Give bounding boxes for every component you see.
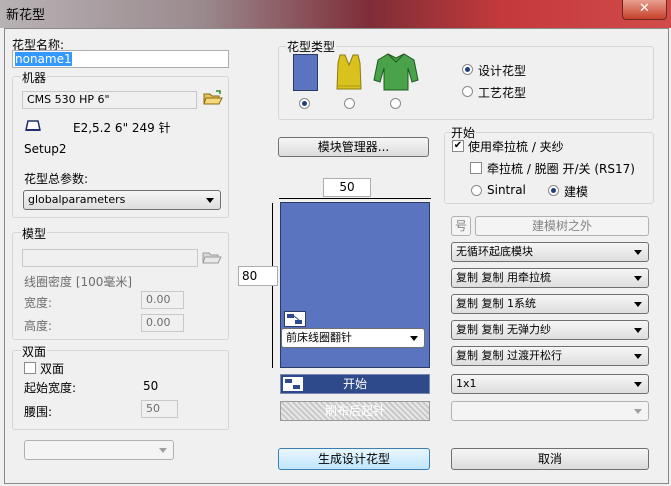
width-field: 0.00 [141, 291, 184, 309]
pattern-params-label: 花型总参数: [24, 172, 89, 186]
machine-icon [24, 118, 42, 135]
width-label: 宽度: [24, 296, 53, 310]
chevron-down-icon [634, 354, 642, 359]
sintral-radio[interactable] [471, 185, 482, 196]
use-comb-label: 使用牵拉梳 / 夹纱 [468, 140, 564, 154]
folder-open-icon[interactable] [203, 89, 223, 110]
after-brush-button: 刷布后起针 [280, 401, 430, 421]
copy-elastic-select[interactable]: 复制 复制 无弹力纱 [451, 320, 649, 340]
height-field: 0.00 [141, 314, 184, 332]
use-comb-checkbox[interactable]: ✔ [452, 140, 464, 152]
cancel-button[interactable]: 取消 [451, 448, 649, 470]
pattern-name-value: noname1 [15, 52, 72, 66]
waist-label: 腰围: [24, 405, 53, 419]
canvas-height-input[interactable]: 80 [238, 266, 278, 286]
pattern-shape-radio-vest[interactable] [344, 98, 355, 109]
start-button-label: 开始 [342, 377, 367, 391]
vest-icon [334, 53, 364, 94]
start-width-value: 50 [143, 379, 159, 393]
pattern-params-select[interactable]: globalparameters [23, 190, 221, 210]
chevron-down-icon [634, 250, 642, 255]
model-group-label: 模型 [21, 225, 48, 242]
select-value: 复制 复制 过渡开松行 [456, 349, 562, 362]
chevron-down-icon [634, 382, 642, 387]
process-pattern-radio[interactable] [462, 86, 473, 97]
process-pattern-label: 工艺花型 [478, 86, 527, 100]
copy-transition-select[interactable]: 复制 复制 过渡开松行 [451, 346, 649, 366]
pattern-type-label: 花型类型 [286, 38, 337, 55]
start-module-select[interactable]: 无循环起底模块 [451, 242, 649, 262]
window-title: 新花型 [6, 8, 46, 23]
double-checkbox[interactable] [24, 362, 36, 374]
machine-name-field: CMS 530 HP 6" [22, 91, 197, 109]
rib-select[interactable]: 1x1 [451, 374, 649, 394]
chevron-down-icon [634, 409, 642, 414]
width-dimension-line [279, 198, 431, 199]
number-button: 号 [451, 216, 471, 236]
waist-field: 50 [141, 400, 178, 418]
chevron-down-icon [206, 198, 214, 203]
double-group-label: 双面 [21, 343, 48, 360]
design-pattern-label: 设计花型 [478, 64, 527, 78]
canvas-width-input[interactable]: 50 [323, 178, 371, 197]
model-field [22, 249, 198, 267]
sweater-icon [373, 52, 419, 95]
select-value: 复制 复制 用牵拉梳 [456, 271, 551, 284]
select-value: 1x1 [456, 377, 477, 390]
knit-mode-select[interactable]: 前床线圈翻针 [281, 328, 425, 348]
pattern-shape-radio-rect[interactable] [299, 98, 310, 109]
chevron-down-icon [410, 336, 418, 341]
knit-mode-value: 前床线圈翻针 [286, 331, 352, 344]
select-value: 复制 复制 1系统 [456, 297, 536, 310]
select-value: 无循环起底模块 [456, 245, 533, 258]
comb-toggle-checkbox[interactable] [470, 162, 482, 174]
machine-group-label: 机器 [21, 69, 48, 86]
module-icon [284, 311, 306, 327]
module-manager-button[interactable]: 模块管理器... [278, 137, 429, 157]
generate-pattern-button[interactable]: 生成设计花型 [278, 448, 430, 470]
chevron-down-icon [634, 276, 642, 281]
machine-spec: E2,5.2 6" 249 针 [73, 121, 171, 135]
select-value: 复制 复制 无弹力纱 [456, 323, 551, 336]
title-bar [0, 0, 671, 28]
model-label: 建模 [564, 185, 589, 199]
rectangle-pattern-icon [293, 54, 318, 91]
start-width-label: 起始宽度: [24, 381, 77, 395]
height-label: 高度: [24, 319, 53, 333]
comb-toggle-label: 牵拉梳 / 脱圈 开/关 (RS17) [487, 162, 635, 176]
density-label: 线圈密度 [100毫米] [24, 275, 133, 289]
chevron-down-icon [634, 302, 642, 307]
close-button[interactable]: ✕ [622, 0, 667, 20]
after-brush-label: 刷布后起针 [324, 404, 385, 418]
double-checkbox-label: 双面 [40, 362, 65, 376]
folder-disabled-icon [202, 248, 222, 269]
chevron-down-icon [634, 328, 642, 333]
pattern-shape-radio-sweater[interactable] [390, 98, 401, 109]
sintral-label: Sintral [487, 183, 526, 197]
model-radio[interactable] [548, 185, 559, 196]
bottom-left-select [24, 440, 174, 460]
pattern-params-value: globalparameters [28, 193, 126, 206]
copy-system-select[interactable]: 复制 复制 1系统 [451, 294, 649, 314]
copy-comb-select[interactable]: 复制 复制 用牵拉梳 [451, 268, 649, 288]
chevron-down-icon [159, 448, 167, 453]
design-pattern-radio[interactable] [462, 64, 473, 75]
module-icon [283, 377, 303, 391]
pattern-name-input[interactable]: noname1 [12, 50, 229, 68]
outside-tree-button: 建模树之外 [475, 216, 649, 236]
machine-setup: Setup2 [24, 142, 67, 156]
disabled-select [451, 401, 649, 421]
